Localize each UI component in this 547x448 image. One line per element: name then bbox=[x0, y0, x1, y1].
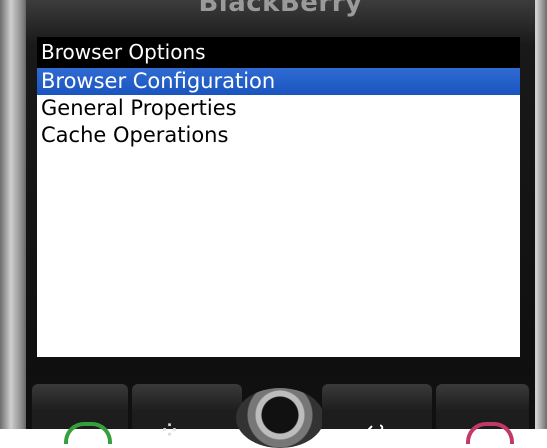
blackberry-menu-icon: ⁘ bbox=[162, 420, 178, 441]
brand-logo: BlackBerry bbox=[198, 0, 363, 18]
menu-item-cache-operations[interactable]: Cache Operations bbox=[37, 122, 520, 149]
menu-item-general-properties[interactable]: General Properties bbox=[37, 95, 520, 122]
phone-end-icon bbox=[466, 422, 514, 444]
device-screen: Browser Options Browser Configuration Ge… bbox=[37, 37, 520, 357]
phone-send-icon bbox=[64, 422, 112, 444]
back-key[interactable]: ↩ bbox=[322, 384, 432, 443]
menu-key[interactable]: ⁘ bbox=[132, 384, 242, 441]
send-key[interactable] bbox=[32, 384, 128, 444]
menu-item-browser-configuration[interactable]: Browser Configuration bbox=[37, 68, 520, 95]
blackberry-device: BlackBerry Browser Options Browser Confi… bbox=[0, 0, 547, 448]
device-keys-row: ⁘ ↩ bbox=[26, 376, 535, 448]
options-menu: Browser Configuration General Properties… bbox=[37, 68, 520, 149]
screen-title: Browser Options bbox=[37, 37, 520, 68]
back-arrow-icon: ↩ bbox=[366, 418, 385, 443]
trackpad[interactable] bbox=[236, 388, 324, 448]
end-key[interactable] bbox=[436, 384, 529, 444]
